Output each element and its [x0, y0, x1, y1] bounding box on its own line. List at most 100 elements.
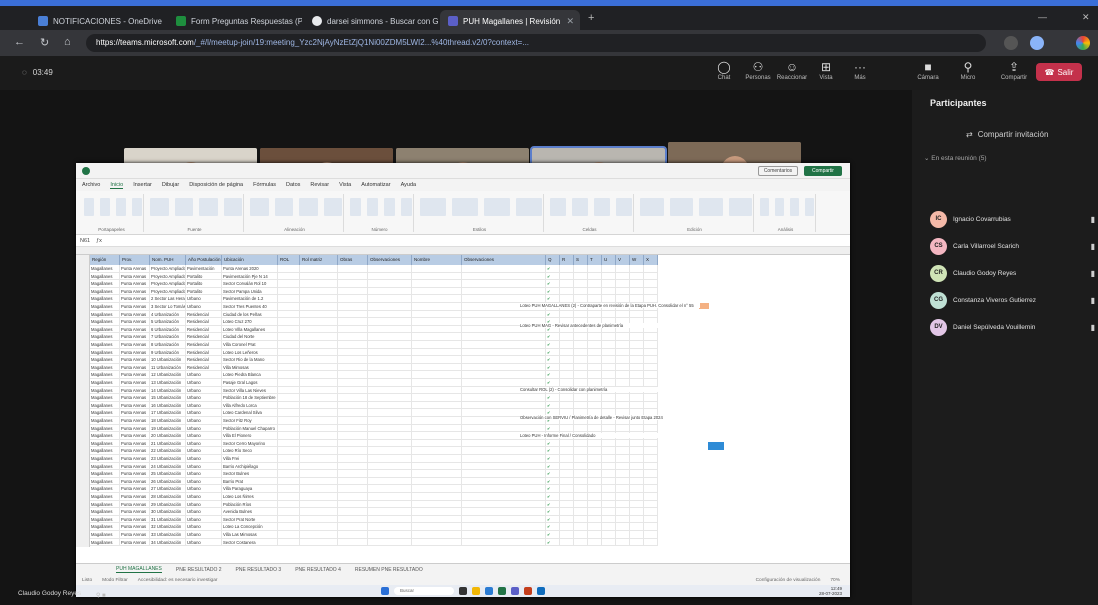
table-cell[interactable] [462, 493, 546, 500]
table-cell[interactable] [462, 531, 546, 538]
table-cell[interactable] [560, 470, 574, 477]
table-cell[interactable] [616, 538, 630, 546]
table-cell[interactable] [368, 341, 412, 348]
ribbon-button[interactable] [594, 198, 610, 216]
table-cell[interactable]: Punta Arenas [120, 477, 150, 485]
column-header-cell[interactable]: Año Postulación [186, 255, 222, 265]
table-cell[interactable] [412, 417, 462, 424]
mic-muted-icon[interactable]: ▮ [1091, 269, 1095, 278]
browser-tab-forms[interactable]: Form Preguntas Respuestas (PA... ✕ [168, 10, 302, 32]
column-header-cell[interactable]: U [602, 255, 616, 265]
table-cell[interactable] [278, 348, 300, 356]
check-icon[interactable]: ✔ [546, 265, 560, 272]
table-cell[interactable] [588, 371, 602, 378]
teams-taskbar-icon[interactable] [511, 587, 519, 595]
table-cell[interactable] [368, 523, 412, 530]
toolbar-more-button[interactable]: ··· Más [842, 59, 878, 81]
table-cell[interactable] [300, 439, 338, 447]
table-cell[interactable] [560, 485, 574, 492]
table-cell[interactable]: Sector Rio de la Mano [222, 356, 278, 363]
table-cell[interactable]: Magallanes [90, 303, 120, 310]
table-cell[interactable]: 11 Urbanización [150, 363, 186, 371]
formula-bar[interactable]: N61 ƒx [76, 235, 850, 247]
menu-tab[interactable]: Inicio [110, 182, 124, 189]
ribbon-button[interactable] [132, 198, 142, 216]
table-cell[interactable] [278, 432, 300, 439]
table-cell[interactable] [574, 523, 588, 530]
table-cell[interactable] [602, 280, 616, 287]
table-cell[interactable] [338, 386, 368, 394]
table-cell[interactable] [588, 310, 602, 318]
participant-row[interactable]: CG Constanza Viveros Gutierrez ▮ [930, 291, 1095, 309]
status-display-settings[interactable]: Configuración de visualización [756, 578, 821, 583]
participant-row[interactable]: DV Daniel Sepúlveda Vouillemin ▮ [930, 318, 1095, 336]
column-header-cell[interactable]: Nom. PUH [150, 255, 186, 265]
table-cell[interactable]: Población Ríos [222, 500, 278, 508]
table-cell[interactable] [630, 295, 644, 302]
table-cell[interactable]: Magallanes [90, 401, 120, 409]
table-cell[interactable] [300, 303, 338, 310]
table-cell[interactable] [338, 265, 368, 272]
table-cell[interactable]: 6 Urbanización [150, 325, 186, 333]
table-cell[interactable] [644, 462, 658, 470]
table-cell[interactable]: 12 Urbanización [150, 371, 186, 378]
ribbon-button[interactable] [223, 198, 242, 216]
table-cell[interactable]: Punta Arenas [120, 401, 150, 409]
table-cell[interactable]: Magallanes [90, 455, 120, 462]
table-cell[interactable]: Urbano [186, 477, 222, 485]
table-cell[interactable]: 30 Urbanización [150, 508, 186, 515]
table-cell[interactable]: Sector Bulnes [222, 470, 278, 477]
table-cell[interactable] [630, 424, 644, 432]
table-cell[interactable] [630, 371, 644, 378]
table-cell[interactable]: Punta Arenas [120, 363, 150, 371]
table-cell[interactable] [588, 287, 602, 295]
table-cell[interactable] [574, 515, 588, 523]
table-cell[interactable] [644, 447, 658, 454]
table-cell[interactable] [300, 493, 338, 500]
table-cell[interactable] [574, 424, 588, 432]
table-cell[interactable] [616, 401, 630, 409]
table-cell[interactable] [574, 333, 588, 340]
table-cell[interactable] [630, 341, 644, 348]
check-icon[interactable]: ✔ [546, 470, 560, 477]
table-cell[interactable] [462, 295, 546, 302]
browser-tab-teams[interactable]: PUH Magallanes | Revisión ✕ [440, 10, 580, 32]
table-cell[interactable] [560, 371, 574, 378]
table-cell[interactable] [560, 424, 574, 432]
table-cell[interactable]: 2 Sector Las Heras [150, 295, 186, 302]
table-row[interactable]: Magallanes Punta Arenas 24 Urbanización Urb… [90, 462, 658, 471]
table-cell[interactable] [278, 447, 300, 454]
table-cell[interactable]: Punta Arenas [120, 265, 150, 272]
table-cell[interactable] [338, 333, 368, 340]
table-cell[interactable] [630, 485, 644, 492]
table-cell[interactable] [644, 371, 658, 378]
table-cell[interactable] [278, 386, 300, 394]
ribbon-button[interactable] [150, 198, 169, 216]
menu-tab[interactable]: Archivo [82, 182, 100, 188]
table-cell[interactable] [644, 379, 658, 386]
table-cell[interactable] [368, 280, 412, 287]
table-cell[interactable] [560, 341, 574, 348]
table-cell[interactable]: Punta Arenas [120, 280, 150, 287]
leave-button[interactable]: ☎ Salir [1036, 63, 1082, 81]
table-row[interactable]: Magallanes Punta Arenas Proyecto Ampliado P… [90, 280, 658, 288]
table-cell[interactable] [300, 325, 338, 333]
table-cell[interactable] [574, 379, 588, 386]
table-cell[interactable]: 5 Urbanización [150, 318, 186, 325]
table-cell[interactable] [588, 515, 602, 523]
table-cell[interactable]: Punta Arenas [120, 531, 150, 538]
table-cell[interactable] [560, 447, 574, 454]
table-cell[interactable]: Urbano [186, 432, 222, 439]
table-row[interactable]: Magallanes Punta Arenas 8 Urbanización Resi… [90, 341, 658, 349]
table-cell[interactable] [368, 318, 412, 325]
table-cell[interactable] [630, 363, 644, 371]
table-cell[interactable] [338, 477, 368, 485]
table-cell[interactable] [462, 500, 546, 508]
table-cell[interactable] [368, 470, 412, 477]
table-cell[interactable] [278, 272, 300, 280]
ribbon-button[interactable] [420, 198, 446, 216]
table-cell[interactable] [630, 401, 644, 409]
table-cell[interactable] [300, 371, 338, 378]
table-cell[interactable] [602, 265, 616, 272]
table-cell[interactable] [462, 280, 546, 287]
